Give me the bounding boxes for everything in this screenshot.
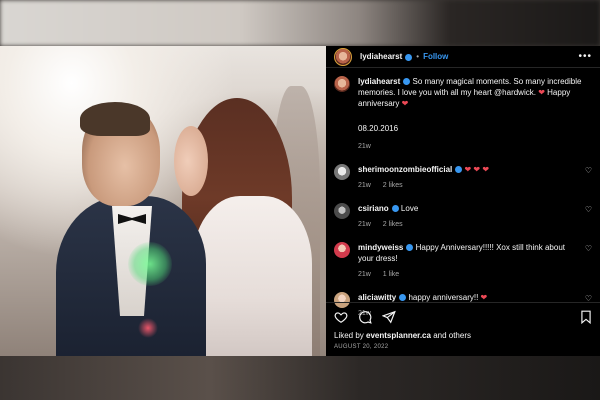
comment-text: happy anniversary!! [408,293,479,302]
comment-username[interactable]: csiriano [358,204,389,213]
comment-like-icon[interactable]: ♡ [585,244,592,253]
post-header: lydiahearst • Follow ••• [326,46,600,68]
liked-by-user[interactable]: eventsplanner.ca [366,331,431,340]
commenter-avatar[interactable] [334,242,350,258]
heart-emoji-icon: ❤ [480,293,488,302]
comment-username[interactable]: mindyweiss [358,243,403,252]
caption-text: lydiahearst So many magical moments. So … [358,76,590,152]
blurred-backdrop-bottom [0,356,600,400]
photo-lens-flare-red [138,318,158,338]
liked-by-prefix: Liked by [334,331,364,340]
action-icons [334,309,592,325]
post-actions: Liked by eventsplanner.ca and others AUG… [326,302,600,350]
comment-username[interactable]: aliciawitty [358,293,396,302]
comments-list[interactable]: lydiahearst So many magical moments. So … [326,68,600,319]
commenter-avatar[interactable] [334,203,350,219]
comment-meta: 21w 2 likes [358,180,578,191]
comment-body: mindyweiss Happy Anniversary!!!!! Xox st… [358,242,578,280]
verified-badge-icon [406,243,414,251]
comment-meta: 21w 1 like [358,269,578,280]
liked-by-line: Liked by eventsplanner.ca and others [334,331,592,340]
header-separator: • [416,52,420,61]
caption-date: 08.20.2016 [358,124,399,133]
comment-text: Love [400,204,419,213]
post-date: AUGUST 20, 2022 [334,344,389,350]
comment-like-icon[interactable]: ♡ [585,166,592,175]
comment-age: 21w [358,221,371,228]
heart-emoji-icon: ❤ [538,88,545,97]
verified-badge-icon [399,293,407,301]
post-modal: lydiahearst • Follow ••• lydiahearst So … [0,46,600,356]
share-paper-plane-icon[interactable] [382,310,396,324]
verified-badge-icon [455,165,463,173]
comment-body: csiriano Love 21w 2 likes [358,203,578,230]
comment-age: 21w [358,271,371,278]
comment-likes[interactable]: 1 like [383,271,399,278]
save-bookmark-icon[interactable] [580,310,592,324]
verified-badge-icon [403,77,411,85]
caption-avatar[interactable] [334,76,350,92]
comment-like-icon[interactable]: ♡ [585,205,592,214]
verified-badge-icon [391,204,399,212]
author-username[interactable]: lydiahearst [360,52,402,61]
heart-emoji-icon: ❤ [401,99,409,108]
post-side-panel: lydiahearst • Follow ••• lydiahearst So … [326,46,600,356]
liked-by-suffix[interactable]: and others [433,331,471,340]
photo-bride-face [174,126,208,196]
comment-item: mindyweiss Happy Anniversary!!!!! Xox st… [334,242,592,280]
like-heart-icon[interactable] [334,310,348,324]
comment-text: ❤ ❤ ❤ [464,165,490,174]
comment-meta: 21w 2 likes [358,219,578,230]
comment-likes[interactable]: 2 likes [383,182,403,189]
caption-age: 21w [358,143,371,150]
follow-button[interactable]: Follow [423,52,448,61]
caption: lydiahearst So many magical moments. So … [334,76,592,152]
comment-item: sherimoonzombieofficial ❤ ❤ ❤ 21w 2 like… [334,164,592,191]
verified-badge-icon [405,53,413,61]
comment-username[interactable]: sherimoonzombieofficial [358,165,452,174]
more-options-icon[interactable]: ••• [578,51,592,62]
comment-likes[interactable]: 2 likes [383,221,403,228]
comment-item: csiriano Love 21w 2 likes ♡ [334,203,592,230]
author-avatar[interactable] [334,47,352,66]
comment-body: sherimoonzombieofficial ❤ ❤ ❤ 21w 2 like… [358,164,578,191]
blurred-backdrop-top [0,0,600,46]
comment-age: 21w [358,182,371,189]
post-photo[interactable] [0,46,326,356]
commenter-avatar[interactable] [334,164,350,180]
photo-groom-hair [80,102,150,136]
photo-bride-dress [192,196,312,356]
photo-lens-flare [128,242,172,286]
caption-username[interactable]: lydiahearst [358,77,400,86]
comment-bubble-icon[interactable] [358,310,372,324]
